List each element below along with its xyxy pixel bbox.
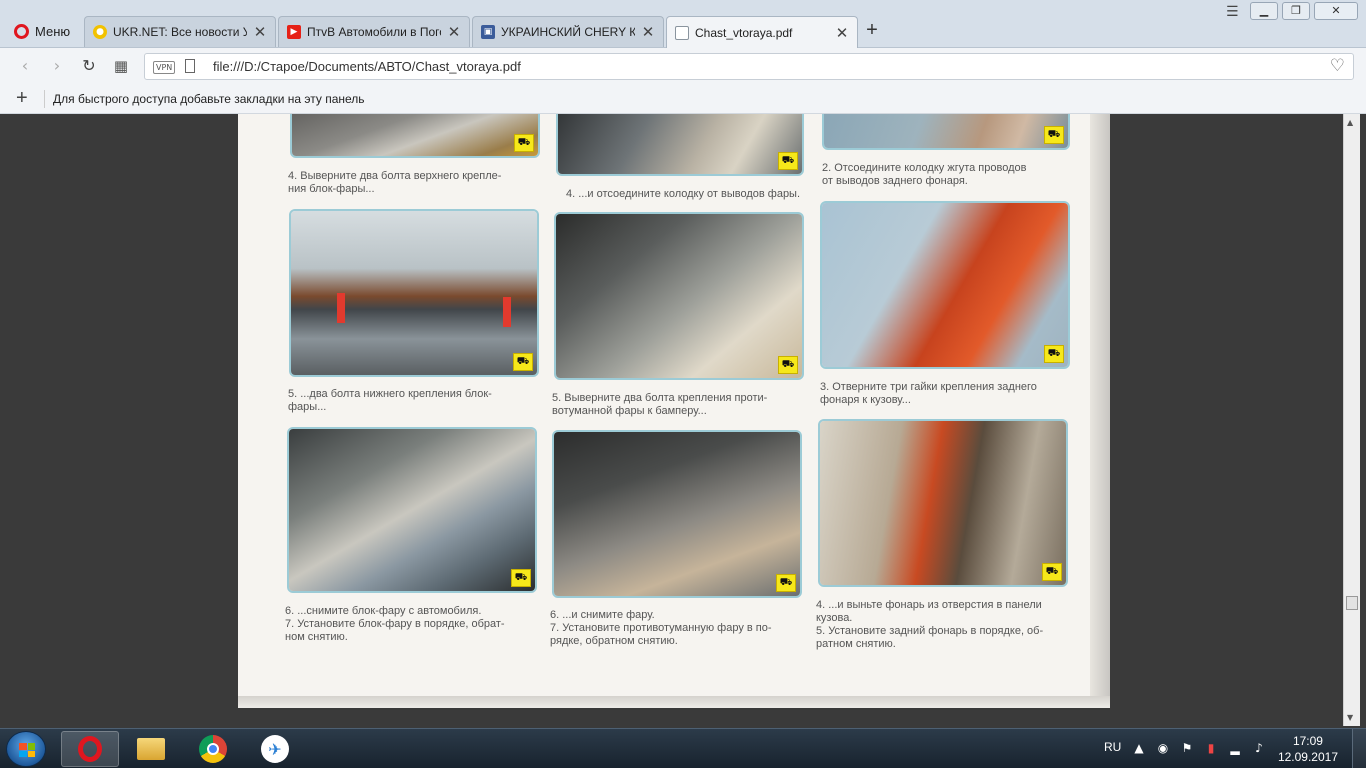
photo-remove-headlight: ⛟: [287, 427, 537, 593]
taskbar-opera[interactable]: [61, 731, 119, 767]
car-icon: ⛟: [514, 134, 534, 152]
tab-title: Chast_vtoraya.pdf: [695, 25, 793, 40]
close-icon[interactable]: ✕: [835, 24, 849, 42]
windows-logo-icon: [19, 743, 35, 757]
battery-icon[interactable]: ▮: [1204, 741, 1218, 755]
maximize-button[interactable]: ❐: [1282, 2, 1310, 20]
caption-1: 4. Выверните два болта верхнего крепле-н…: [288, 170, 502, 195]
photo-headlight-lower-bolts: ⛟: [289, 209, 539, 377]
forward-arrow-icon[interactable]: ›: [46, 56, 68, 76]
car-icon: ⛟: [1044, 345, 1064, 363]
car-icon: ⛟: [778, 152, 798, 170]
caption-2: 4. ...и отсоедините колодку от выводов ф…: [566, 188, 801, 200]
photo-connector-unplug: ⛟: [556, 114, 804, 176]
caption-5: 5. Выверните два болта крепления проти-в…: [552, 392, 768, 417]
network-globe-icon[interactable]: ◉: [1156, 741, 1170, 755]
url-field[interactable]: VPN file:///D:/Старое/Documents/АВТО/Cha…: [144, 53, 1354, 80]
ukrnet-icon: ●: [93, 25, 107, 39]
document-icon: [675, 25, 689, 40]
window-controls: ▁ ❐ ✕: [1250, 2, 1358, 20]
caption-9: 4. ...и выньте фонарь из отверстия в пан…: [816, 599, 1044, 650]
car-icon: ⛟: [1042, 563, 1062, 581]
reload-icon[interactable]: ↻: [78, 56, 100, 76]
action-center-flag-icon[interactable]: ⚑: [1180, 741, 1194, 755]
tab-title: УКРАИНСКИЙ CHERY КЛУ: [501, 25, 635, 39]
tab-title: ПтvВ Автомобили в Погоі: [307, 25, 441, 39]
photo-tail-light-nuts: ⛟: [820, 201, 1070, 369]
arrow-up-icon: [337, 293, 345, 323]
clock[interactable]: 17:09 12.09.2017: [1278, 733, 1338, 765]
messenger-icon: ✈: [261, 735, 289, 763]
url-text[interactable]: file:///D:/Старое/Documents/АВТО/Chast_v…: [213, 59, 521, 74]
file-explorer-icon: [137, 738, 165, 760]
car-icon: ⛟: [1044, 126, 1064, 144]
heart-icon[interactable]: ♡: [1330, 56, 1345, 76]
add-bookmark-button[interactable]: +: [16, 87, 28, 110]
forum-icon: ▣: [481, 25, 495, 39]
windows-taskbar: ✈ RU ▲ ◉ ⚑ ▮ ▂ ♪ 17:09 12.09.2017: [0, 728, 1366, 768]
caption-3: 2. Отсоедините колодку жгута проводов от …: [822, 162, 1027, 187]
taskbar-messenger[interactable]: ✈: [246, 731, 304, 767]
minimize-button[interactable]: ▁: [1250, 2, 1278, 20]
caption-4: 5. ...два болта нижнего крепления блок-ф…: [288, 388, 492, 413]
photo-tail-light-harness: ⛟: [822, 114, 1070, 150]
arrow-up-icon: [503, 297, 511, 327]
tab-menu-icon[interactable]: ☰: [1226, 4, 1242, 20]
caption-6: 3. Отверните три гайки крепления заднего…: [820, 381, 1037, 406]
bookmarks-bar: + Для быстрого доступа добавьте закладки…: [0, 84, 1366, 114]
taskbar-explorer[interactable]: [122, 731, 180, 767]
scroll-thumb[interactable]: [1346, 596, 1358, 610]
chrome-icon: [199, 735, 227, 763]
youtube-icon: ▶: [287, 25, 301, 39]
divider: [44, 90, 45, 108]
back-arrow-icon[interactable]: ‹: [14, 56, 36, 76]
vertical-scrollbar[interactable]: ▲ ▼: [1343, 114, 1360, 726]
page-info-icon[interactable]: [185, 59, 195, 73]
window-close-button[interactable]: ✕: [1314, 2, 1358, 20]
start-button[interactable]: [6, 731, 46, 767]
car-icon: ⛟: [511, 569, 531, 587]
tab-strip: ● UKR.NET: Все новости Укр ✕ ▶ ПтvВ Авто…: [84, 16, 860, 48]
signal-bars-icon[interactable]: ▂: [1228, 741, 1242, 755]
tab-youtube[interactable]: ▶ ПтvВ Автомобили в Погоі ✕: [278, 16, 470, 47]
page-edge: [238, 696, 1110, 708]
close-icon[interactable]: ✕: [641, 23, 655, 41]
close-icon[interactable]: ✕: [447, 23, 461, 41]
opera-icon: [78, 736, 102, 762]
photo-remove-tail-light: ⛟: [818, 419, 1068, 587]
tab-ukrnet[interactable]: ● UKR.NET: Все новости Укр ✕: [84, 16, 276, 47]
car-icon: ⛟: [513, 353, 533, 371]
photo-headlight-top-bolts: ⛟: [290, 114, 540, 158]
clock-time: 17:09: [1292, 734, 1323, 748]
language-indicator[interactable]: RU: [1104, 740, 1121, 754]
browser-titlebar: Меню ● UKR.NET: Все новости Укр ✕ ▶ ПтvВ…: [0, 0, 1366, 48]
photo-remove-fog-light: ⛟: [552, 430, 802, 598]
show-hidden-icons-icon[interactable]: ▲: [1132, 741, 1146, 755]
menu-label: Меню: [35, 23, 71, 39]
clock-date: 12.09.2017: [1277, 750, 1338, 764]
address-bar-row: ‹ › ↻ ▦ VPN file:///D:/Старое/Documents/…: [0, 48, 1366, 84]
opera-menu-button[interactable]: Меню: [6, 18, 78, 44]
page-shadow: [1090, 114, 1110, 708]
bookmarks-hint: Для быстрого доступа добавьте закладки н…: [53, 92, 365, 106]
car-icon: ⛟: [778, 356, 798, 374]
tab-chery-club[interactable]: ▣ УКРАИНСКИЙ CHERY КЛУ ✕: [472, 16, 664, 47]
taskbar-chrome[interactable]: [184, 731, 242, 767]
speed-dial-icon[interactable]: ▦: [110, 56, 132, 76]
new-tab-button[interactable]: +: [860, 20, 884, 42]
scroll-up-icon[interactable]: ▲: [1347, 118, 1353, 127]
tab-title: UKR.NET: Все новости Укр: [113, 25, 247, 39]
opera-logo-icon: [14, 23, 29, 39]
vpn-badge[interactable]: VPN: [153, 61, 176, 74]
car-icon: ⛟: [776, 574, 796, 592]
tab-pdf[interactable]: Chast_vtoraya.pdf ✕: [666, 16, 858, 48]
volume-icon[interactable]: ♪: [1252, 741, 1266, 755]
close-icon[interactable]: ✕: [253, 23, 267, 41]
caption-8: 6. ...и снимите фару. 7. Установите проти…: [550, 609, 772, 647]
caption-7: 6. ...снимите блок-фару с автомобиля. 7. …: [285, 605, 505, 643]
pdf-viewer[interactable]: ⛟ ⛟ ⛟ 4. Выверните два болта верхнего кр…: [0, 114, 1366, 728]
scroll-down-icon[interactable]: ▼: [1347, 713, 1353, 722]
photo-fog-light-bolts: ⛟: [554, 212, 804, 380]
show-desktop-button[interactable]: [1352, 729, 1366, 768]
